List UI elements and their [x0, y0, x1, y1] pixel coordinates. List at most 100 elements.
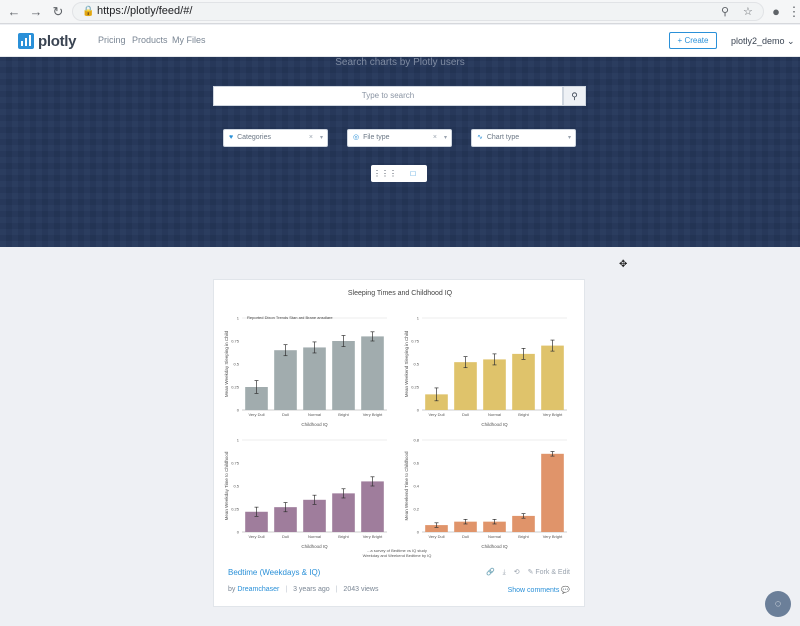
x-tick-label: Bright [338, 534, 349, 539]
nav-my-files[interactable]: My Files [172, 35, 206, 45]
figure-title: Sleeping Times and Childhood IQ [347, 290, 453, 297]
x-tick-label: Normal [308, 412, 321, 417]
x-tick-label: Very Bright [363, 412, 383, 417]
y-tick-label: 0.2 [413, 507, 419, 512]
nav-products[interactable]: Products [132, 35, 168, 45]
view-count: 2043 views [343, 586, 379, 593]
address-bar[interactable]: 🔒 https://plotly/feed/#/ ⚲ ☆ [72, 2, 764, 21]
chart-panel-2: 0 0.25 0.5 0.75 1 Very Dull Dull Normal Bright Ve… [402, 310, 572, 435]
more-icon[interactable]: ⋮ [786, 4, 800, 20]
categories-filter[interactable]: ♥ Categories × ▾ [223, 129, 328, 147]
bar [361, 336, 384, 410]
bar [332, 493, 355, 532]
hero-title: Search charts by Plotly users [335, 57, 465, 68]
file-type-filter-label: File type [363, 134, 390, 141]
x-tick-label: Very Dull [248, 534, 264, 539]
chevron-down-icon[interactable]: ▾ [444, 130, 447, 146]
bar-chart-4: 0 0.2 0.4 0.6 0.8 Very Dull Dull Normal Bright Ve… [404, 438, 567, 549]
reload-icon[interactable]: ↻ [50, 4, 66, 20]
url-text[interactable]: https://plotly/feed/#/ [97, 5, 192, 17]
x-tick-label: Very Bright [543, 534, 563, 539]
create-button[interactable]: + Create [669, 32, 717, 49]
single-view-icon[interactable]: □ [399, 165, 427, 182]
chat-icon[interactable]: ◌ [765, 591, 791, 617]
x-tick-label: Normal [488, 534, 501, 539]
forward-icon[interactable]: → [28, 4, 44, 20]
chart-type-icon: ∿ [477, 134, 483, 141]
heart-icon: ♥ [229, 134, 234, 141]
user-menu[interactable]: plotly2_demo ⌄ [731, 36, 795, 47]
y-tick-label: 0.6 [413, 461, 419, 466]
y-tick-label: 0.5 [233, 484, 239, 489]
x-axis-title: Childhood IQ [301, 422, 328, 427]
x-axis-title: Childhood IQ [481, 422, 508, 427]
y-tick-label: 0.5 [413, 362, 419, 367]
y-tick-label: 1 [417, 316, 420, 321]
bar [274, 350, 297, 410]
chart-title-link[interactable]: Bedtime (Weekdays & IQ) [228, 568, 320, 577]
card-meta: by Dreamchaser | 3 years ago | 2043 view… [228, 586, 379, 593]
y-tick-label: 0 [417, 530, 420, 535]
x-tick-label: Dull [282, 412, 289, 417]
y-tick-label: 1 [237, 438, 240, 443]
x-tick-label: Bright [518, 412, 529, 417]
chart-panel-1: 0 0.25 0.5 0.75 1 Very Dull Dull Normal Bright Ve… [222, 310, 392, 435]
logo-text: plotly [38, 32, 77, 50]
nav-pricing[interactable]: Pricing [98, 35, 126, 45]
clear-icon[interactable]: × [433, 130, 437, 146]
chart-card[interactable]: Sleeping Times and Childhood IQ 0 0.25 0.5… [213, 279, 585, 607]
chart-panel-4: 0 0.2 0.4 0.6 0.8 Very Dull Dull Normal Bright Ve… [402, 432, 572, 557]
x-tick-label: Very Dull [248, 412, 264, 417]
author-link[interactable]: Dreamchaser [237, 586, 279, 593]
y-axis-title: Mean Weekend Sleeping in Child [404, 330, 409, 397]
link-icon[interactable]: 🔗 [486, 569, 495, 576]
y-tick-label: 0.4 [413, 484, 419, 489]
chevron-down-icon[interactable]: ▾ [320, 130, 323, 146]
bar [454, 362, 477, 410]
show-comments-link[interactable]: Show comments 💬 [508, 586, 570, 594]
y-axis-title: Mean Weekday Sleeping in Child [224, 330, 229, 397]
chart-panel-3: 0 0.25 0.5 0.75 1 Very Dull Dull Normal Bright Ve… [222, 432, 392, 557]
plotly-logo[interactable]: plotly [18, 32, 77, 50]
y-tick-label: 0 [237, 408, 240, 413]
back-icon[interactable]: ← [6, 4, 22, 20]
y-tick-label: 0.75 [231, 461, 240, 466]
search-input[interactable]: Type to search [213, 86, 563, 106]
lock-icon: 🔒 [82, 6, 95, 17]
x-tick-label: Normal [308, 534, 321, 539]
fork-edit-button[interactable]: ✎ Fork & Edit [528, 569, 570, 576]
chart-type-filter[interactable]: ∿ Chart type ▾ [471, 129, 576, 147]
download-icon[interactable]: ⤓ [503, 569, 506, 576]
x-tick-label: Very Bright [363, 534, 383, 539]
file-type-icon: ◎ [353, 134, 360, 141]
bar-chart-2: 0 0.25 0.5 0.75 1 Very Dull Dull Normal Bright Ve… [404, 316, 567, 427]
x-tick-label: Very Dull [428, 412, 444, 417]
x-tick-label: Very Dull [428, 534, 444, 539]
y-tick-label: 0.75 [231, 339, 240, 344]
star-icon[interactable]: ☆ [743, 5, 753, 18]
x-tick-label: Very Bright [543, 412, 563, 417]
bar-chart-3: 0 0.25 0.5 0.75 1 Very Dull Dull Normal Bright Ve… [224, 438, 387, 549]
clear-icon[interactable]: × [309, 130, 313, 146]
bar [483, 359, 506, 410]
y-axis-title: Mean Weekend Time to Childhood [404, 451, 409, 520]
zoom-icon[interactable]: ⚲ [721, 5, 729, 18]
x-axis-title: Childhood IQ [481, 544, 508, 549]
account-icon[interactable]: ● [768, 4, 784, 20]
y-tick-label: 0 [237, 530, 240, 535]
x-tick-label: Dull [462, 412, 469, 417]
chevron-down-icon[interactable]: ▾ [568, 130, 571, 146]
x-tick-label: Normal [488, 412, 501, 417]
grid-view-icon[interactable]: ⋮⋮⋮ [371, 165, 399, 182]
bar [332, 341, 355, 410]
y-tick-label: 0.25 [231, 507, 240, 512]
share-icon[interactable]: ⟲ [514, 569, 520, 576]
view-toggle[interactable]: ⋮⋮⋮ □ [371, 165, 427, 182]
bar-chart-1: 0 0.25 0.5 0.75 1 Very Dull Dull Normal Bright Ve… [224, 315, 387, 427]
x-tick-label: Dull [282, 534, 289, 539]
file-type-filter[interactable]: ◎ File type × ▾ [347, 129, 452, 147]
x-tick-label: Bright [338, 412, 349, 417]
search-button[interactable]: ⚲ [563, 86, 586, 106]
y-tick-label: 1 [237, 316, 240, 321]
x-tick-label: Bright [518, 534, 529, 539]
